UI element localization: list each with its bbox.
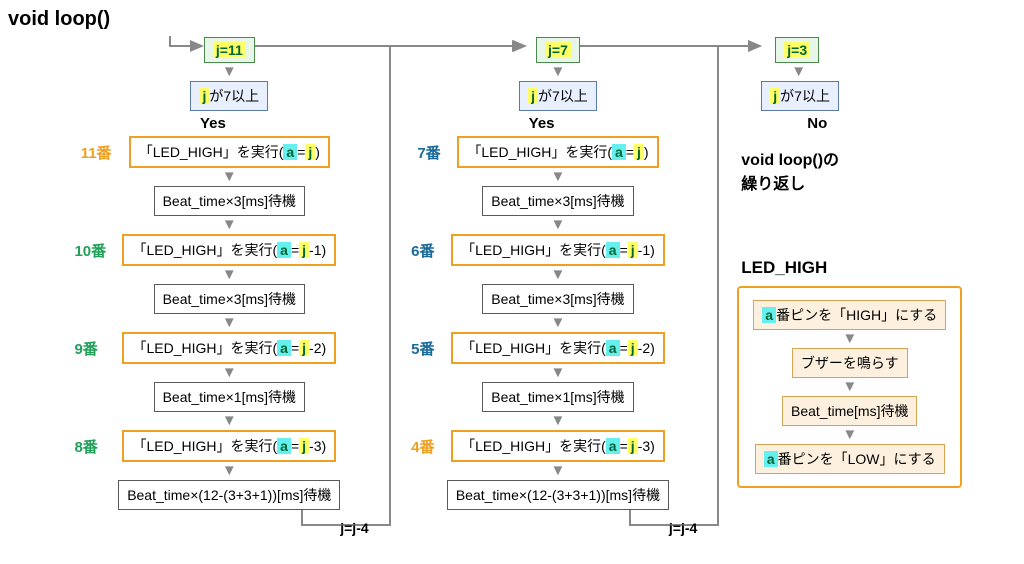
exec-box: 6番「LED_HIGH」を実行(a=j-1) [451,234,665,266]
col-2: j=7 ▼ jが7以上 Yes 7番「LED_HIGH」を実行(a=j) ▼ B… [409,37,708,536]
arrow-icon: ▼ [842,430,857,440]
ledhigh-title: LED_HIGH [741,258,827,278]
decrement-label: j=j-4 [340,520,368,536]
exec-box: 9番「LED_HIGH」を実行(a=j-2) [122,332,336,364]
wait-box: Beat_time×3[ms]待機 [154,186,305,216]
arrow-icon: ▼ [842,382,857,392]
arrow-icon: ▼ [222,318,237,328]
exec-box: 4番「LED_HIGH」を実行(a=j-3) [451,430,665,462]
arrow-icon: ▼ [222,466,237,476]
cond-box: jが7以上 [761,81,839,111]
arrow-icon: ▼ [222,220,237,230]
exec-box: 7番「LED_HIGH」を実行(a=j) [457,136,658,168]
arrow-icon: ▼ [551,67,566,77]
decrement-label: j=j-4 [669,520,697,536]
wait-box: Beat_time×3[ms]待機 [482,284,633,314]
wait-box: Beat_time×3[ms]待機 [154,284,305,314]
arrow-icon: ▼ [551,270,566,280]
wait-box: Beat_time×1[ms]待機 [154,382,305,412]
init-box: j=7 [536,37,580,63]
exec-box: 5番「LED_HIGH」を実行(a=j-2) [451,332,665,364]
arrow-icon: ▼ [551,368,566,378]
ledhigh-subroutine: a番ピンを「HIGH」にする ▼ ブザーを鳴らす ▼ Beat_time[ms]… [737,286,962,488]
branch-label: No [807,115,827,132]
arrow-icon: ▼ [551,318,566,328]
cond-box: jが7以上 [519,81,597,111]
branch-label: Yes [200,115,226,132]
arrow-icon: ▼ [551,172,566,182]
arrow-icon: ▼ [222,368,237,378]
loop-note: void loop()の 繰り返し [741,146,839,194]
ledhigh-step: ブザーを鳴らす [792,348,908,378]
arrow-icon: ▼ [222,67,237,77]
arrow-icon: ▼ [791,67,806,77]
arrow-icon: ▼ [222,172,237,182]
arrow-icon: ▼ [842,334,857,344]
col-3: j=3 ▼ jが7以上 No void loop()の 繰り返し LED_HIG… [737,37,1016,488]
arrow-icon: ▼ [551,466,566,476]
ledhigh-step: a番ピンを「LOW」にする [755,444,945,474]
cond-box: jが7以上 [190,81,268,111]
arrow-icon: ▼ [551,416,566,426]
exec-box: 11番「LED_HIGH」を実行(a=j) [129,136,330,168]
exec-box: 8番「LED_HIGH」を実行(a=j-3) [122,430,336,462]
init-box: j=3 [775,37,819,63]
wait-box: Beat_time×(12-(3+3+1))[ms]待機 [118,480,340,510]
exec-box: 10番「LED_HIGH」を実行(a=j-1) [122,234,336,266]
ledhigh-step: Beat_time[ms]待機 [782,396,917,426]
wait-box: Beat_time×1[ms]待機 [482,382,633,412]
wait-box: Beat_time×3[ms]待機 [482,186,633,216]
arrow-icon: ▼ [222,270,237,280]
col-1: j=11 ▼ jが7以上 Yes 11番「LED_HIGH」を実行(a=j) ▼… [80,37,379,536]
columns-wrap: j=11 ▼ jが7以上 Yes 11番「LED_HIGH」を実行(a=j) ▼… [8,37,1016,536]
init-box: j=11 [204,37,255,63]
branch-label: Yes [529,115,555,132]
arrow-icon: ▼ [222,416,237,426]
ledhigh-step: a番ピンを「HIGH」にする [753,300,946,330]
page-title: void loop() [8,8,1016,31]
arrow-icon: ▼ [551,220,566,230]
wait-box: Beat_time×(12-(3+3+1))[ms]待機 [447,480,669,510]
